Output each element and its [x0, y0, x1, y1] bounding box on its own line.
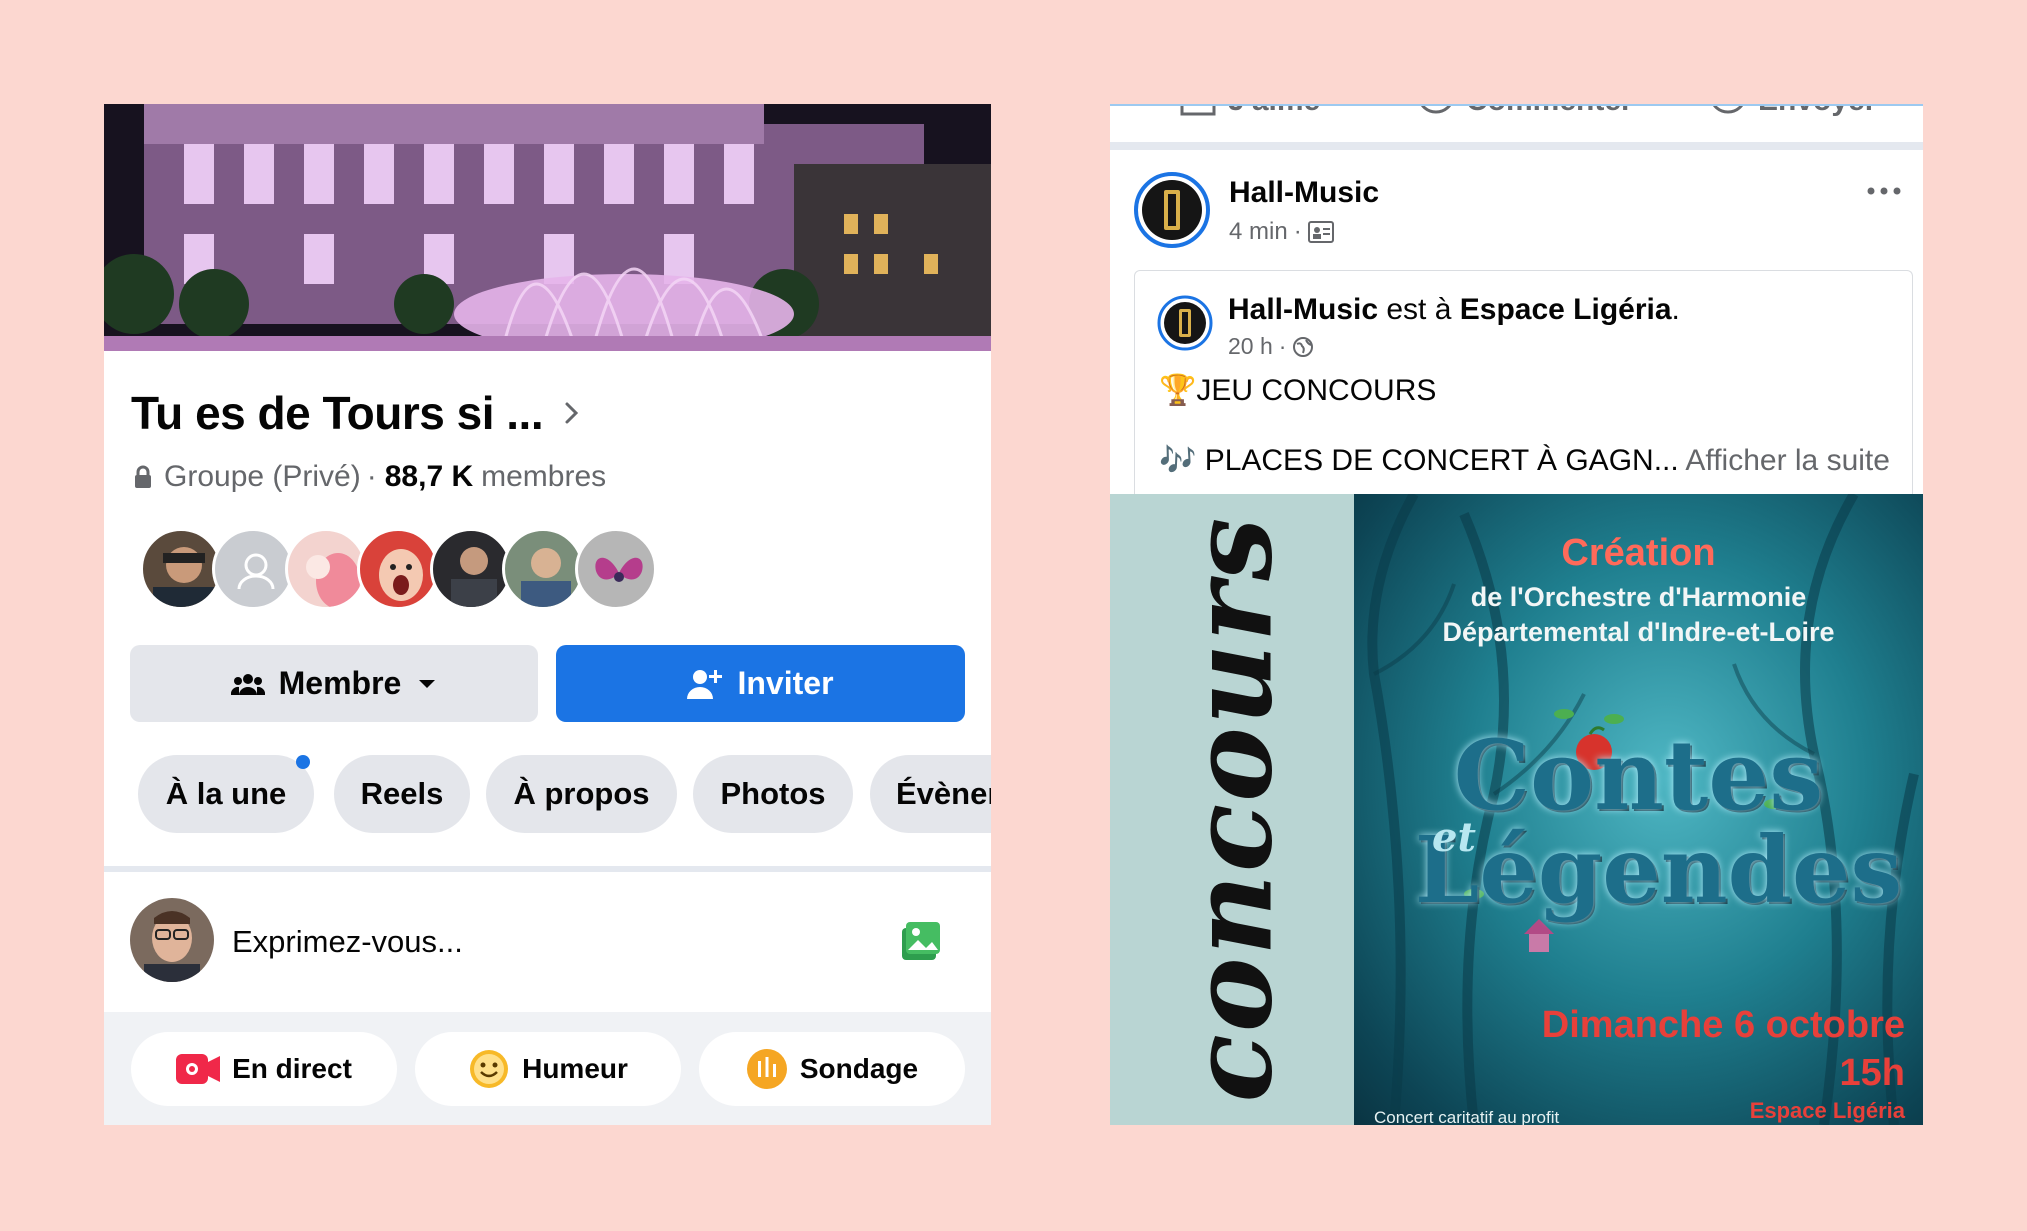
avatar[interactable] — [357, 528, 439, 610]
notification-dot — [296, 755, 310, 769]
comment-icon — [1421, 106, 1451, 114]
member-avatars[interactable] — [140, 528, 700, 614]
group-privacy: Groupe (Privé) — [164, 460, 361, 493]
poster-footer: Concert caritatif au profit — [1374, 1108, 1560, 1125]
member-word[interactable]: membres — [481, 460, 606, 494]
chevron-right-icon — [565, 402, 579, 424]
shared-time[interactable]: 20 h · — [1228, 333, 1314, 360]
avatar[interactable] — [575, 528, 657, 610]
live-button[interactable]: En direct — [131, 1032, 397, 1106]
member-count[interactable]: 88,7 K — [385, 460, 473, 494]
time-separator: · — [1278, 333, 1287, 359]
poster-title-et: et — [1432, 814, 1476, 861]
live-label: En direct — [232, 1053, 352, 1084]
poster-date: Dimanche 6 octobre — [1541, 1004, 1905, 1046]
mood-button[interactable]: Humeur — [415, 1032, 681, 1106]
group-cover-photo[interactable] — [104, 104, 991, 351]
member-button[interactable]: Membre — [130, 645, 538, 722]
group-members-icon — [230, 673, 265, 695]
time-separator: · — [1293, 218, 1302, 245]
post-divider — [1110, 142, 1923, 150]
previous-post-actions: J'aime Commenter Envoyer — [1110, 104, 1923, 144]
see-more-link[interactable]: Afficher la suite — [1685, 444, 1890, 477]
photo-icon[interactable] — [896, 918, 944, 966]
live-video-icon — [176, 1054, 221, 1084]
poster-hour: 15h — [1839, 1052, 1905, 1094]
composer-input[interactable]: Exprimez-vous... — [232, 924, 463, 960]
post-panel: J'aime Commenter Envoyer Hall-Music 4 mi… — [1110, 104, 1923, 1125]
like-label: J'aime — [1228, 106, 1320, 118]
more-options-icon[interactable] — [1867, 186, 1901, 196]
shared-time-text: 20 h — [1228, 333, 1273, 359]
poster-venue: Espace Ligéria — [1749, 1098, 1905, 1123]
tab-featured[interactable]: À la une — [138, 755, 314, 833]
tab-reels[interactable]: Reels — [334, 755, 470, 833]
caret-down-icon — [419, 679, 436, 688]
avatar[interactable] — [285, 528, 367, 610]
avatar[interactable] — [430, 528, 512, 610]
messenger-icon — [1713, 106, 1743, 114]
poll-button[interactable]: Sondage — [699, 1032, 965, 1106]
post-text-line-2-text: 🎶 PLACES DE CONCERT À GAGN... — [1159, 444, 1679, 477]
poster-orchestra-line-2: Départemental d'Indre-et-Loire — [1442, 617, 1835, 647]
add-person-icon — [687, 669, 723, 699]
shared-place[interactable]: Espace Ligéria — [1460, 293, 1672, 326]
tab-label: Évènements — [896, 776, 991, 811]
group-tabs: À la une Reels À propos Photos Évènement… — [138, 755, 991, 833]
comment-label: Commenter — [1466, 106, 1633, 118]
poll-icon — [746, 1049, 787, 1089]
post-author[interactable]: Hall-Music — [1229, 176, 1379, 210]
tab-label: Photos — [720, 776, 826, 811]
post-text-line-2: 🎶 PLACES DE CONCERT À GAGN... Afficher l… — [1159, 443, 1890, 478]
send-label: Envoyer — [1758, 106, 1876, 118]
group-panel: Tu es de Tours si ... Groupe (Privé) · 8… — [104, 104, 991, 1125]
poster-orchestra-line-1: de l'Orchestre d'Harmonie — [1470, 582, 1807, 612]
meta-separator: · — [366, 460, 377, 493]
tab-photos[interactable]: Photos — [693, 755, 853, 833]
my-avatar[interactable] — [130, 898, 214, 982]
composer-actions: En direct Humeur Sondage — [104, 1012, 991, 1125]
member-button-label: Membre — [278, 665, 402, 701]
shared-verb: est à — [1378, 293, 1460, 326]
poster-main: Création de l'Orchestre d'Harmonie Dépar… — [1354, 494, 1923, 1125]
comment-action[interactable]: Commenter — [1418, 106, 1633, 118]
like-icon — [1180, 106, 1216, 116]
post-text-line-1: 🏆JEU CONCOURS — [1159, 374, 1437, 407]
globe-icon — [1293, 336, 1314, 357]
tab-events[interactable]: Évènements — [870, 755, 991, 833]
shared-post-header: Hall-Music est à Espace Ligéria. — [1228, 293, 1680, 327]
poster-concours-word: concours — [1166, 515, 1298, 1103]
group-title[interactable]: Tu es de Tours si ... — [131, 386, 544, 440]
cover-illustration — [104, 104, 991, 351]
tab-label: À la une — [165, 776, 287, 811]
avatar[interactable] — [502, 528, 584, 610]
page-avatar[interactable] — [1134, 172, 1210, 248]
lock-icon — [135, 465, 151, 488]
invite-button[interactable]: Inviter — [556, 645, 965, 722]
group-audience-icon — [1307, 221, 1334, 243]
shared-author[interactable]: Hall-Music — [1228, 293, 1378, 326]
avatar[interactable] — [212, 528, 294, 610]
poster-creation: Création — [1561, 532, 1716, 574]
post-time-text: 4 min — [1229, 218, 1288, 245]
tab-label: À propos — [513, 776, 650, 811]
shared-punct: . — [1671, 293, 1680, 326]
poll-label: Sondage — [799, 1053, 919, 1084]
send-action[interactable]: Envoyer — [1710, 106, 1876, 118]
post-composer[interactable]: Exprimez-vous... — [104, 872, 991, 1012]
poster-side-band: concours — [1110, 494, 1354, 1125]
mood-label: Humeur — [522, 1053, 628, 1084]
tab-label: Reels — [360, 776, 444, 811]
smiley-icon — [470, 1050, 509, 1088]
avatar[interactable] — [140, 528, 222, 610]
group-title-row[interactable]: Tu es de Tours si ... — [131, 386, 583, 440]
invite-button-label: Inviter — [737, 665, 834, 701]
post-image[interactable]: concours Création de l'Orchestre d'Harmo… — [1110, 494, 1923, 1125]
like-action[interactable]: J'aime — [1180, 106, 1320, 118]
shared-post[interactable]: Hall-Music est à Espace Ligéria. 20 h · … — [1134, 270, 1913, 511]
shared-page-avatar[interactable] — [1157, 295, 1213, 351]
post-time[interactable]: 4 min · — [1229, 218, 1334, 246]
tab-about[interactable]: À propos — [486, 755, 677, 833]
group-meta: Groupe (Privé) · 88,7 K membres — [132, 460, 606, 494]
